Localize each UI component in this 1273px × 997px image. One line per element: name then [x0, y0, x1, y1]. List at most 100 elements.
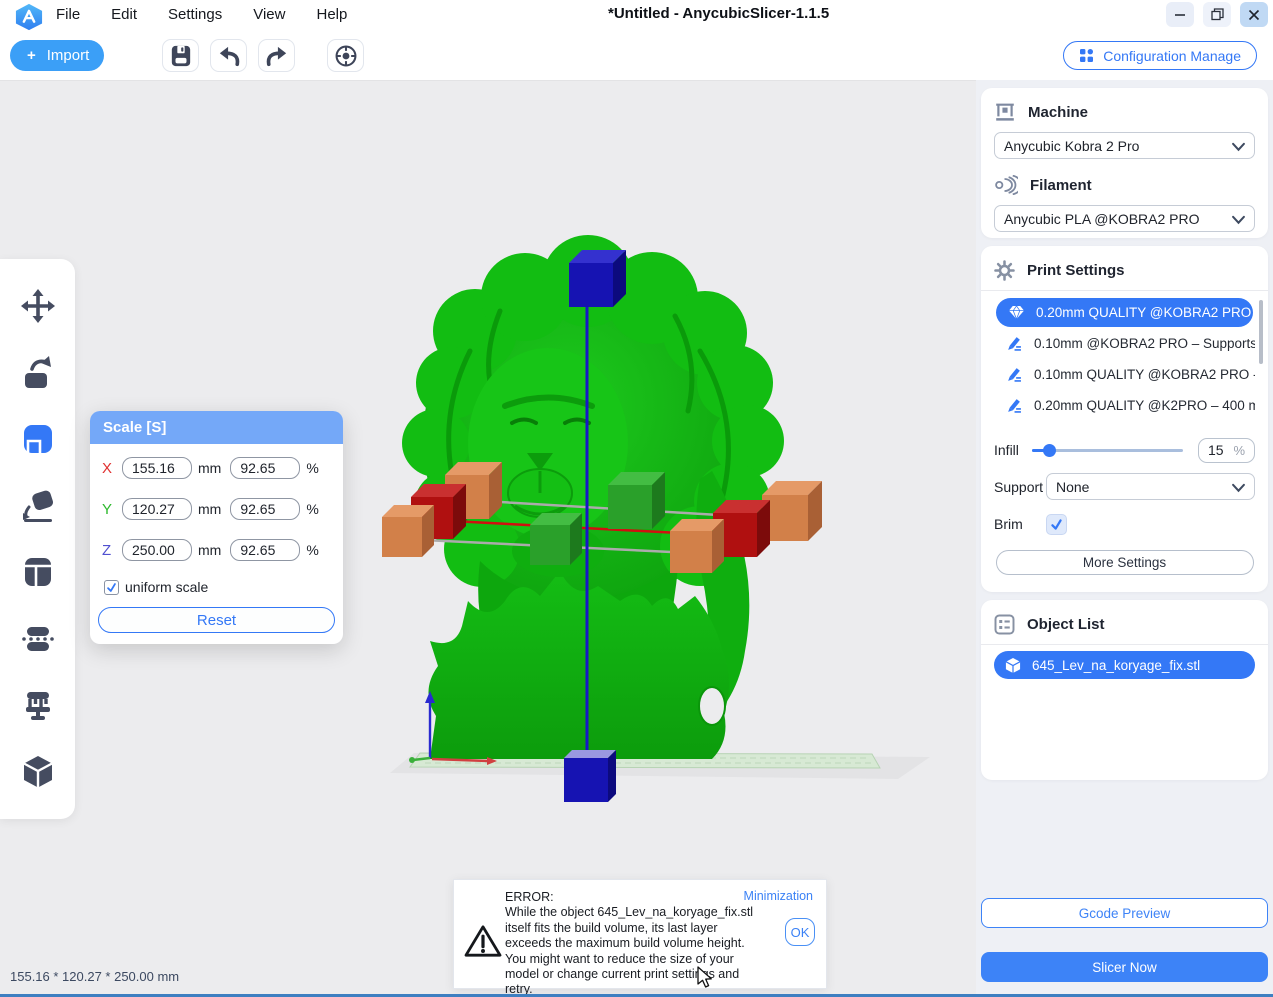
menu-view[interactable]: View: [250, 4, 288, 25]
infill-value-box[interactable]: 15 %: [1198, 437, 1255, 463]
gcode-preview-button[interactable]: Gcode Preview: [981, 898, 1268, 928]
minimize-button[interactable]: [1166, 2, 1194, 27]
split-tool-button[interactable]: [18, 552, 58, 592]
crosshair-icon: [335, 45, 356, 66]
chevron-down-icon: [1232, 215, 1245, 225]
viewport-3d[interactable]: Scale [S] X mm % Y mm % Z mm %: [0, 80, 976, 997]
brim-checkbox[interactable]: [1046, 513, 1067, 535]
minimization-link[interactable]: Minimization: [744, 889, 813, 903]
gizmo-handle-corner-front-right[interactable]: [670, 519, 724, 573]
print-profile-item[interactable]: 0.10mm @KOBRA2 PRO – Supports: [994, 328, 1255, 359]
mm-unit-label: mm: [198, 542, 222, 558]
lay-flat-tool-button[interactable]: [18, 486, 58, 526]
machine-section-title: Machine: [1028, 103, 1089, 121]
slice-now-button[interactable]: Slicer Now: [981, 952, 1268, 982]
scale-z-mm-input[interactable]: [122, 539, 192, 561]
undo-button[interactable]: [210, 39, 247, 72]
mouse-cursor: [697, 966, 712, 988]
move-tool-button[interactable]: [18, 286, 58, 326]
filament-selected-value: Anycubic PLA @KOBRA2 PRO: [1004, 210, 1200, 227]
support-paint-icon: [25, 692, 50, 721]
orient-view-button[interactable]: [327, 39, 364, 72]
scale-row-y: Y mm %: [102, 497, 331, 521]
redo-button[interactable]: [258, 39, 295, 72]
window-controls: [1166, 2, 1268, 27]
scale-y-percent-input[interactable]: [230, 498, 301, 520]
gizmo-handle-z-bottom[interactable]: [564, 750, 616, 802]
scale-row-z: Z mm %: [102, 538, 331, 562]
print-profiles-scrollbar[interactable]: [1259, 300, 1263, 364]
menu-help[interactable]: Help: [313, 4, 350, 25]
menu-bar: File Edit Settings View Help: [53, 4, 350, 25]
infill-slider[interactable]: [1031, 443, 1183, 457]
machine-selected-value: Anycubic Kobra 2 Pro: [1004, 137, 1140, 154]
menu-file[interactable]: File: [53, 4, 83, 25]
print-settings-section-title: Print Settings: [1027, 261, 1125, 279]
error-message: ERROR: While the object 645_Lev_na_korya…: [505, 890, 767, 997]
filament-select[interactable]: Anycubic PLA @KOBRA2 PRO: [994, 205, 1255, 232]
split-icon: [24, 558, 51, 587]
menu-settings[interactable]: Settings: [165, 4, 225, 25]
move-icon: [20, 289, 55, 324]
cut-tool-button[interactable]: [18, 619, 58, 659]
support-select[interactable]: None: [1046, 473, 1255, 500]
percent-unit-label: %: [306, 542, 319, 558]
scale-dialog: Scale [S] X mm % Y mm % Z mm %: [90, 411, 343, 644]
save-button[interactable]: [162, 39, 199, 72]
import-label: Import: [46, 47, 90, 64]
axis-y-label: Y: [102, 500, 113, 518]
infill-slider-handle[interactable]: [1042, 443, 1056, 457]
percent-unit-label: %: [306, 460, 319, 476]
scale-tool-button[interactable]: [18, 419, 58, 459]
scale-z-percent-input[interactable]: [230, 539, 301, 561]
support-row: Support None: [994, 473, 1255, 500]
object-list-icon: [994, 614, 1015, 634]
infill-label: Infill: [994, 442, 1019, 458]
infill-unit: %: [1233, 442, 1245, 458]
more-settings-button[interactable]: More Settings: [995, 550, 1254, 575]
ok-button[interactable]: OK: [785, 918, 815, 946]
mm-unit-label: mm: [198, 460, 222, 476]
check-icon: [107, 582, 116, 592]
pencil-list-icon: [1003, 336, 1025, 351]
reset-button[interactable]: Reset: [98, 607, 335, 633]
restore-button[interactable]: [1203, 2, 1231, 27]
gizmo-handle-corner-rear-right[interactable]: [762, 481, 822, 541]
error-dialog: ERROR: While the object 645_Lev_na_korya…: [453, 879, 827, 996]
scale-dialog-title[interactable]: Scale [S]: [90, 411, 343, 444]
print-profile-item[interactable]: 0.10mm QUALITY @KOBRA2 PRO -Big: [994, 359, 1255, 390]
machine-select[interactable]: Anycubic Kobra 2 Pro: [994, 132, 1255, 159]
scale-y-mm-input[interactable]: [122, 498, 192, 520]
scale-x-percent-input[interactable]: [230, 457, 301, 479]
seam-tool-button[interactable]: [18, 752, 58, 792]
gizmo-handle-z-top[interactable]: [569, 250, 626, 307]
redo-icon: [266, 46, 286, 66]
close-button[interactable]: [1240, 2, 1268, 27]
grid-icon: [1080, 49, 1094, 62]
brim-row: Brim: [994, 513, 1255, 535]
gizmo-handle-y-front[interactable]: [530, 513, 582, 565]
print-profile-label: 0.20mm QUALITY @K2PRO – 400 mm: [1034, 398, 1255, 413]
print-settings-card: Print Settings 0.20mm QUALITY @KOBRA2 PR…: [981, 246, 1268, 592]
support-paint-tool-button[interactable]: [18, 685, 58, 725]
import-button[interactable]: + Import: [10, 40, 104, 71]
menu-edit[interactable]: Edit: [108, 4, 140, 25]
save-icon: [171, 45, 190, 66]
window-title: *Untitled - AnycubicSlicer-1.1.5: [608, 5, 830, 22]
machine-filament-card: Machine Anycubic Kobra 2 Pro Filament An…: [981, 88, 1268, 238]
pencil-list-icon: [1003, 398, 1025, 413]
print-profile-item[interactable]: 0.20mm QUALITY @K2PRO – 400 mm: [994, 390, 1255, 421]
gizmo-handle-y-rear[interactable]: [608, 472, 665, 529]
uniform-scale-checkbox[interactable]: [104, 579, 119, 595]
cube-icon: [1005, 657, 1021, 673]
object-list-card: Object List 645_Lev_na_koryage_fix.stl: [981, 600, 1268, 780]
scale-x-mm-input[interactable]: [122, 457, 192, 479]
gizmo-handle-corner-front-left[interactable]: [382, 505, 434, 557]
configuration-manage-button[interactable]: Configuration Manage: [1063, 41, 1257, 70]
rotate-tool-button[interactable]: [18, 353, 58, 393]
support-label: Support: [994, 478, 1044, 495]
brim-label: Brim: [994, 516, 1023, 532]
minimize-icon: [1175, 13, 1185, 16]
print-profile-item-selected[interactable]: 0.20mm QUALITY @KOBRA2 PRO: [996, 298, 1253, 327]
object-list-item-selected[interactable]: 645_Lev_na_koryage_fix.stl: [994, 651, 1255, 679]
